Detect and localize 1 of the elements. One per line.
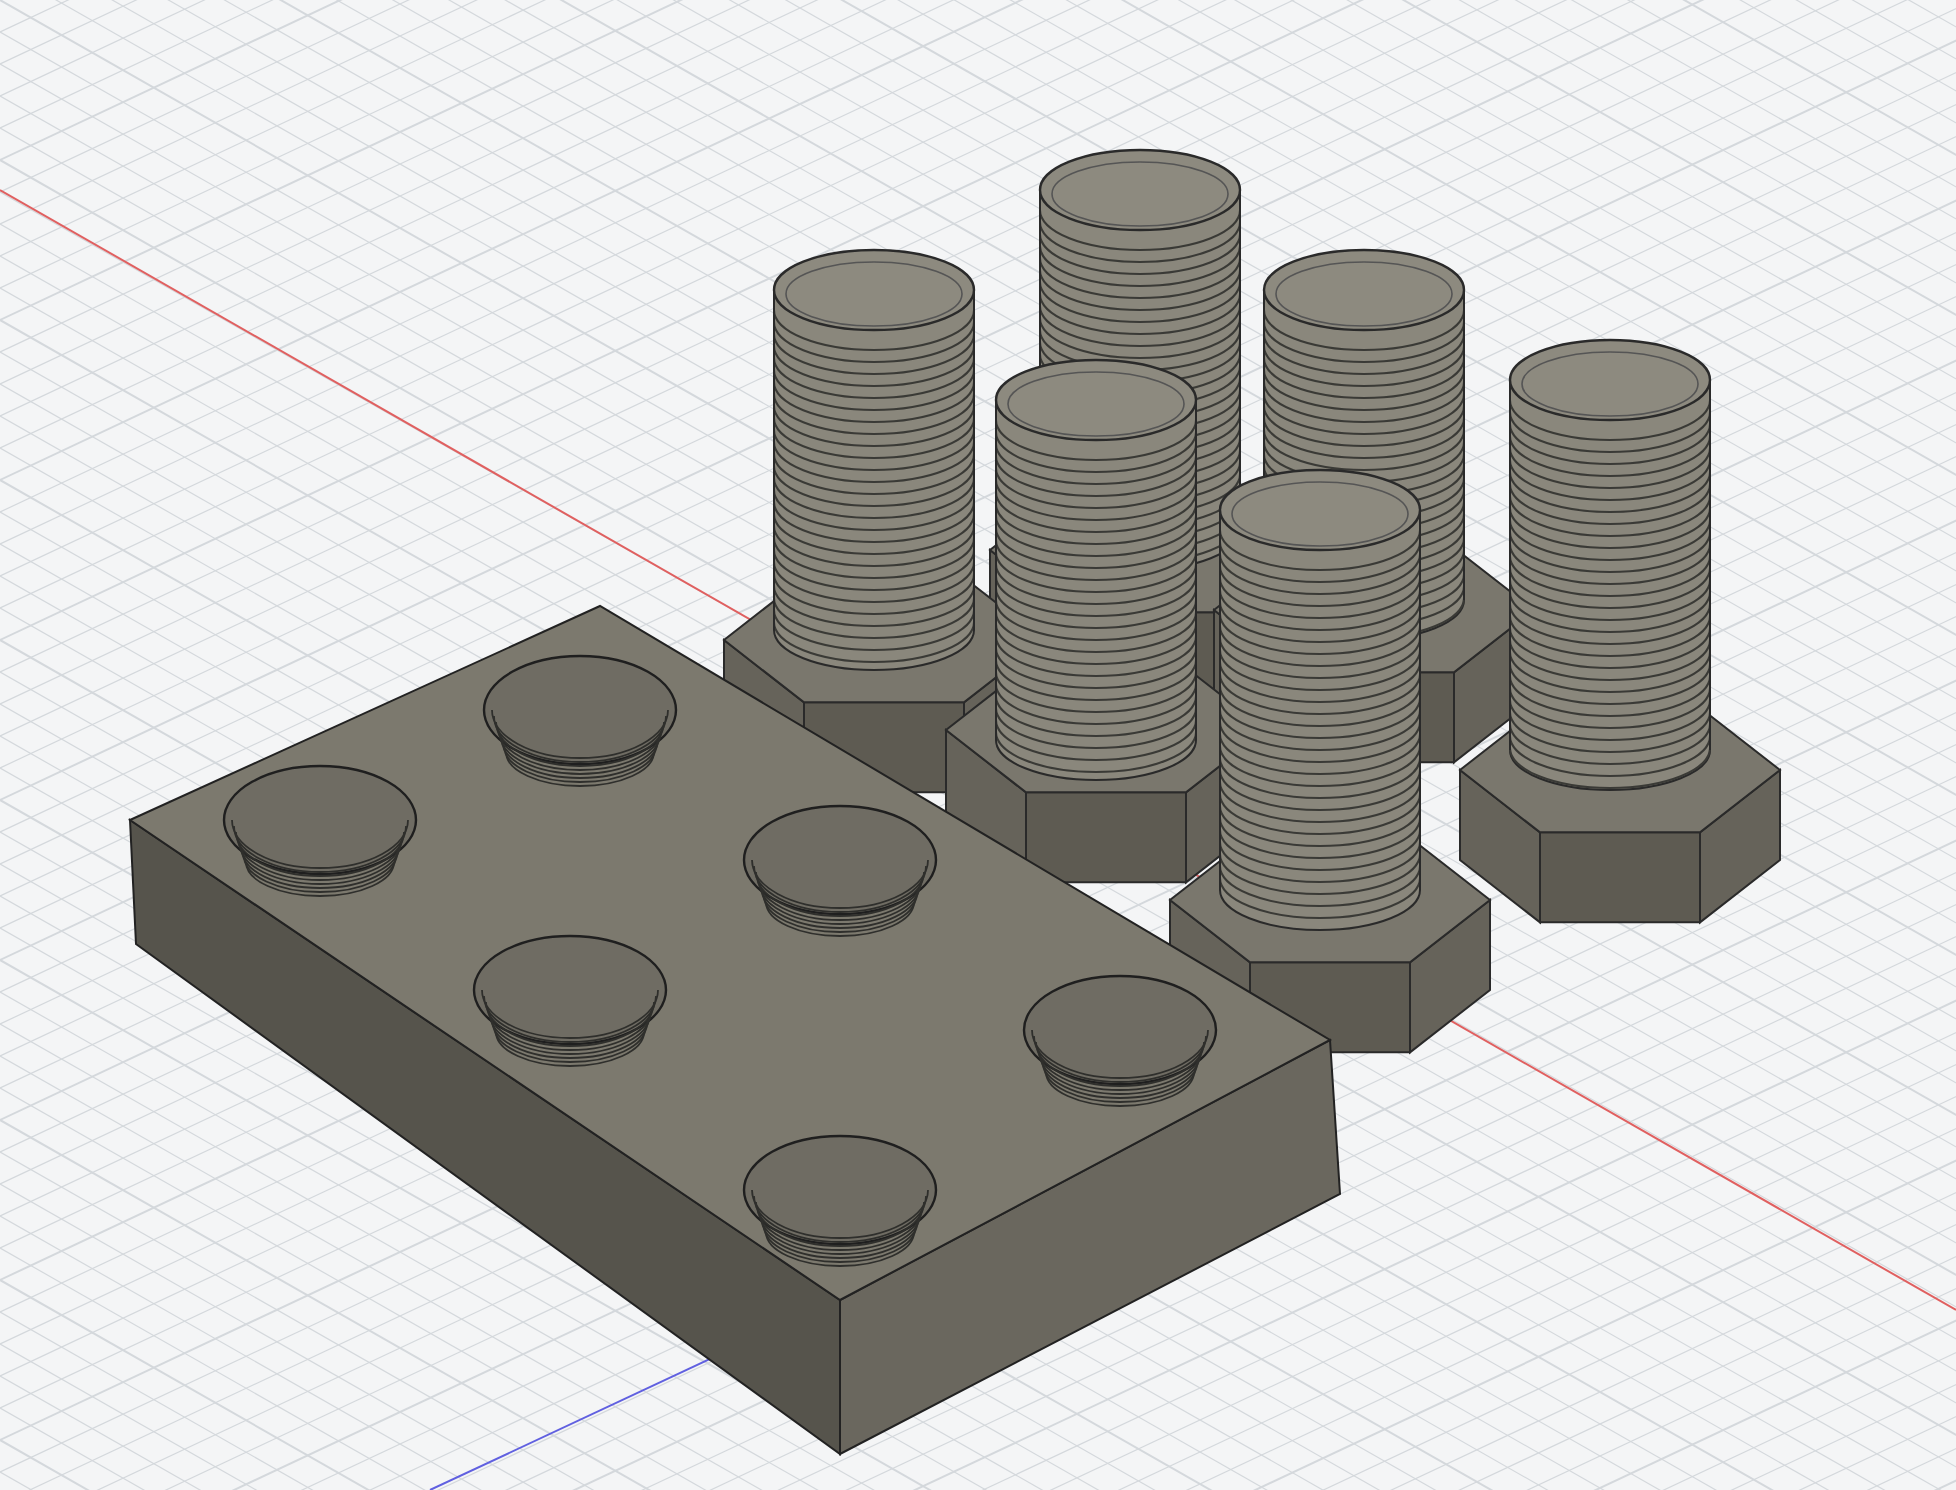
cad-viewport[interactable] — [0, 0, 1956, 1490]
